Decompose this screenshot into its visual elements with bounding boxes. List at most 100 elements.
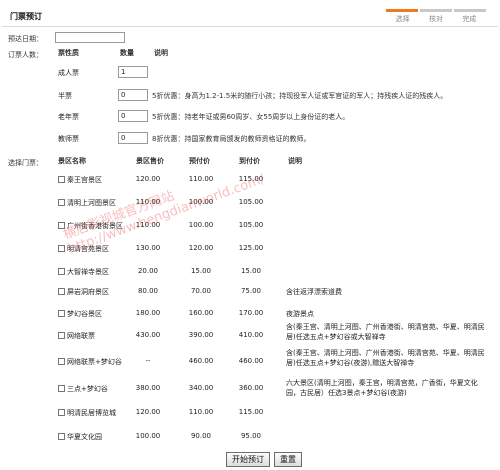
spot-price: 80.00 — [137, 287, 159, 295]
step-bar-check — [420, 9, 452, 12]
ticket-header-desc: 说明 — [154, 49, 168, 57]
spot-name: 清明上河图景区 — [67, 199, 116, 207]
arrival-date-input[interactable] — [55, 32, 125, 43]
spot-checkbox[interactable] — [58, 268, 65, 275]
spot-price: 120.00 — [135, 408, 161, 416]
spot-arrival-price: 115.00 — [238, 175, 264, 183]
ticket-desc: 8折优惠：持国家教育局颁发的教师资格证的教师。 — [152, 135, 311, 143]
ticket-header-qty: 数量 — [120, 49, 134, 57]
ticket-qty-input[interactable]: 0 — [118, 89, 148, 101]
ticket-row-half: 半票 0 5折优惠：身高为1.2-1.5米的随行小孩；持现役军人证或军官证的军人… — [55, 89, 495, 103]
spot-price: 20.00 — [137, 267, 159, 275]
ticket-count-label: 订票人数： — [8, 51, 43, 59]
spot-price: 430.00 — [135, 331, 161, 339]
ticket-desc: 5折优惠：身高为1.2-1.5米的随行小孩；持现役军人证或军官证的军人；持残疾人… — [152, 92, 448, 100]
spot-header-price: 景区售价 — [136, 157, 164, 165]
spot-arrival-price: 105.00 — [238, 221, 264, 229]
spot-booking-price: 100.00 — [188, 221, 214, 229]
spot-arrival-price: 75.00 — [240, 287, 262, 295]
reset-button[interactable]: 重置 — [274, 452, 302, 467]
spot-name: 广州街香港街景区 — [67, 222, 123, 230]
step-bars — [386, 9, 486, 12]
start-booking-button[interactable]: 开始预订 — [226, 452, 270, 467]
spot-booking-price: 460.00 — [188, 357, 214, 365]
ticket-qty-input[interactable]: 0 — [118, 132, 148, 144]
spot-price: 120.00 — [135, 175, 161, 183]
spot-checkbox[interactable] — [58, 358, 65, 365]
spot-price: 110.00 — [135, 221, 161, 229]
spot-checkbox[interactable] — [58, 433, 65, 440]
spot-header-arrival: 到付价 — [239, 157, 260, 165]
step-label-check: 核对 — [428, 15, 443, 23]
spot-desc: 含(秦王宫、清明上河图、广州香港街、明清宫苑、华夏、明清民居)任选五点+梦幻谷(… — [286, 349, 485, 367]
spot-price: 180.00 — [135, 309, 161, 317]
ticket-desc: 5折优惠：持老年证或男60周岁、女55周岁以上身份证的老人。 — [152, 113, 350, 121]
spot-booking-price: 110.00 — [188, 175, 214, 183]
spot-booking-price: 160.00 — [188, 309, 214, 317]
ticket-type: 半票 — [58, 92, 72, 100]
spot-arrival-price: 410.00 — [238, 331, 264, 339]
spot-booking-price: 90.00 — [190, 432, 212, 440]
ticket-qty-input[interactable]: 0 — [118, 110, 148, 122]
ticket-type: 教师票 — [58, 135, 79, 143]
step-label-done: 完成 — [462, 15, 477, 23]
spot-header-name: 景区名称 — [58, 157, 86, 165]
ticket-row-teacher: 教师票 0 8折优惠：持国家教育局颁发的教师资格证的教师。 — [55, 132, 495, 146]
spot-price: 380.00 — [135, 384, 161, 392]
ticket-type: 成人票 — [58, 69, 79, 77]
spot-arrival-price: 125.00 — [238, 244, 264, 252]
spot-desc: 夜游景点 — [286, 310, 314, 318]
spot-desc: 六大景区(清明上河图，秦王宫，明清宫苑，广香街，华夏文化园，古民居）任选3景点+… — [286, 379, 478, 397]
spot-name: 网络联票+梦幻谷 — [67, 358, 122, 366]
select-tickets-label: 选择门票： — [8, 159, 43, 167]
spot-booking-price: 390.00 — [188, 331, 214, 339]
progress-steps: 选择 核对 完成 — [386, 9, 486, 24]
spot-name: 秦王宫景区 — [67, 176, 102, 184]
spot-price: 110.00 — [135, 198, 161, 206]
spot-name: 明清宫苑景区 — [67, 245, 109, 253]
spot-price: 130.00 — [135, 244, 161, 252]
spot-checkbox[interactable] — [58, 310, 65, 317]
page-title: 门票预订 — [10, 12, 42, 21]
ticket-type: 老年票 — [58, 113, 79, 121]
spot-booking-price: 100.00 — [188, 198, 214, 206]
spot-checkbox[interactable] — [58, 199, 65, 206]
spot-arrival-price: 460.00 — [238, 357, 264, 365]
ticket-header-type: 票性质 — [58, 49, 79, 57]
spot-name: 梦幻谷景区 — [67, 310, 102, 318]
form-buttons: 开始预订 重置 — [226, 452, 302, 467]
spot-name: 大智禅寺景区 — [67, 268, 109, 276]
spot-name: 屏岩洞府景区 — [67, 288, 109, 296]
spot-price: 100.00 — [135, 432, 161, 440]
spot-checkbox[interactable] — [58, 385, 65, 392]
step-label-select: 选择 — [395, 15, 410, 23]
spot-checkbox[interactable] — [58, 245, 65, 252]
ticket-row-adult: 成人票 1 — [55, 66, 495, 80]
step-bar-done — [454, 9, 486, 12]
spot-booking-price: 70.00 — [190, 287, 212, 295]
booking-page: 门票预订 选择 核对 完成 预达日期： 订票人数： 票性质 数量 说明 成人票 … — [0, 0, 500, 470]
spot-booking-price: 340.00 — [188, 384, 214, 392]
spot-booking-price: 110.00 — [188, 408, 214, 416]
spot-checkbox[interactable] — [58, 176, 65, 183]
spot-booking-price: 120.00 — [188, 244, 214, 252]
spot-arrival-price: 170.00 — [238, 309, 264, 317]
spot-header-booking: 预付价 — [189, 157, 210, 165]
spot-checkbox[interactable] — [58, 409, 65, 416]
spot-checkbox[interactable] — [58, 332, 65, 339]
spot-desc: 含往返浮漂索道费 — [286, 288, 342, 296]
spot-arrival-price: 15.00 — [240, 267, 262, 275]
spot-name: 明清民居博览城 — [67, 409, 116, 417]
step-labels: 选择 核对 完成 — [386, 14, 486, 24]
spot-name: 网络联票 — [67, 332, 95, 340]
spot-arrival-price: 360.00 — [238, 384, 264, 392]
spot-booking-price: 15.00 — [190, 267, 212, 275]
spot-arrival-price: 95.00 — [240, 432, 262, 440]
spot-price: -- — [145, 357, 151, 365]
spot-checkbox[interactable] — [58, 288, 65, 295]
ticket-qty-input[interactable]: 1 — [118, 66, 148, 78]
spot-arrival-price: 115.00 — [238, 408, 264, 416]
spot-header-desc: 说明 — [288, 157, 302, 165]
spot-checkbox[interactable] — [58, 222, 65, 229]
spot-name: 华夏文化园 — [67, 433, 102, 441]
